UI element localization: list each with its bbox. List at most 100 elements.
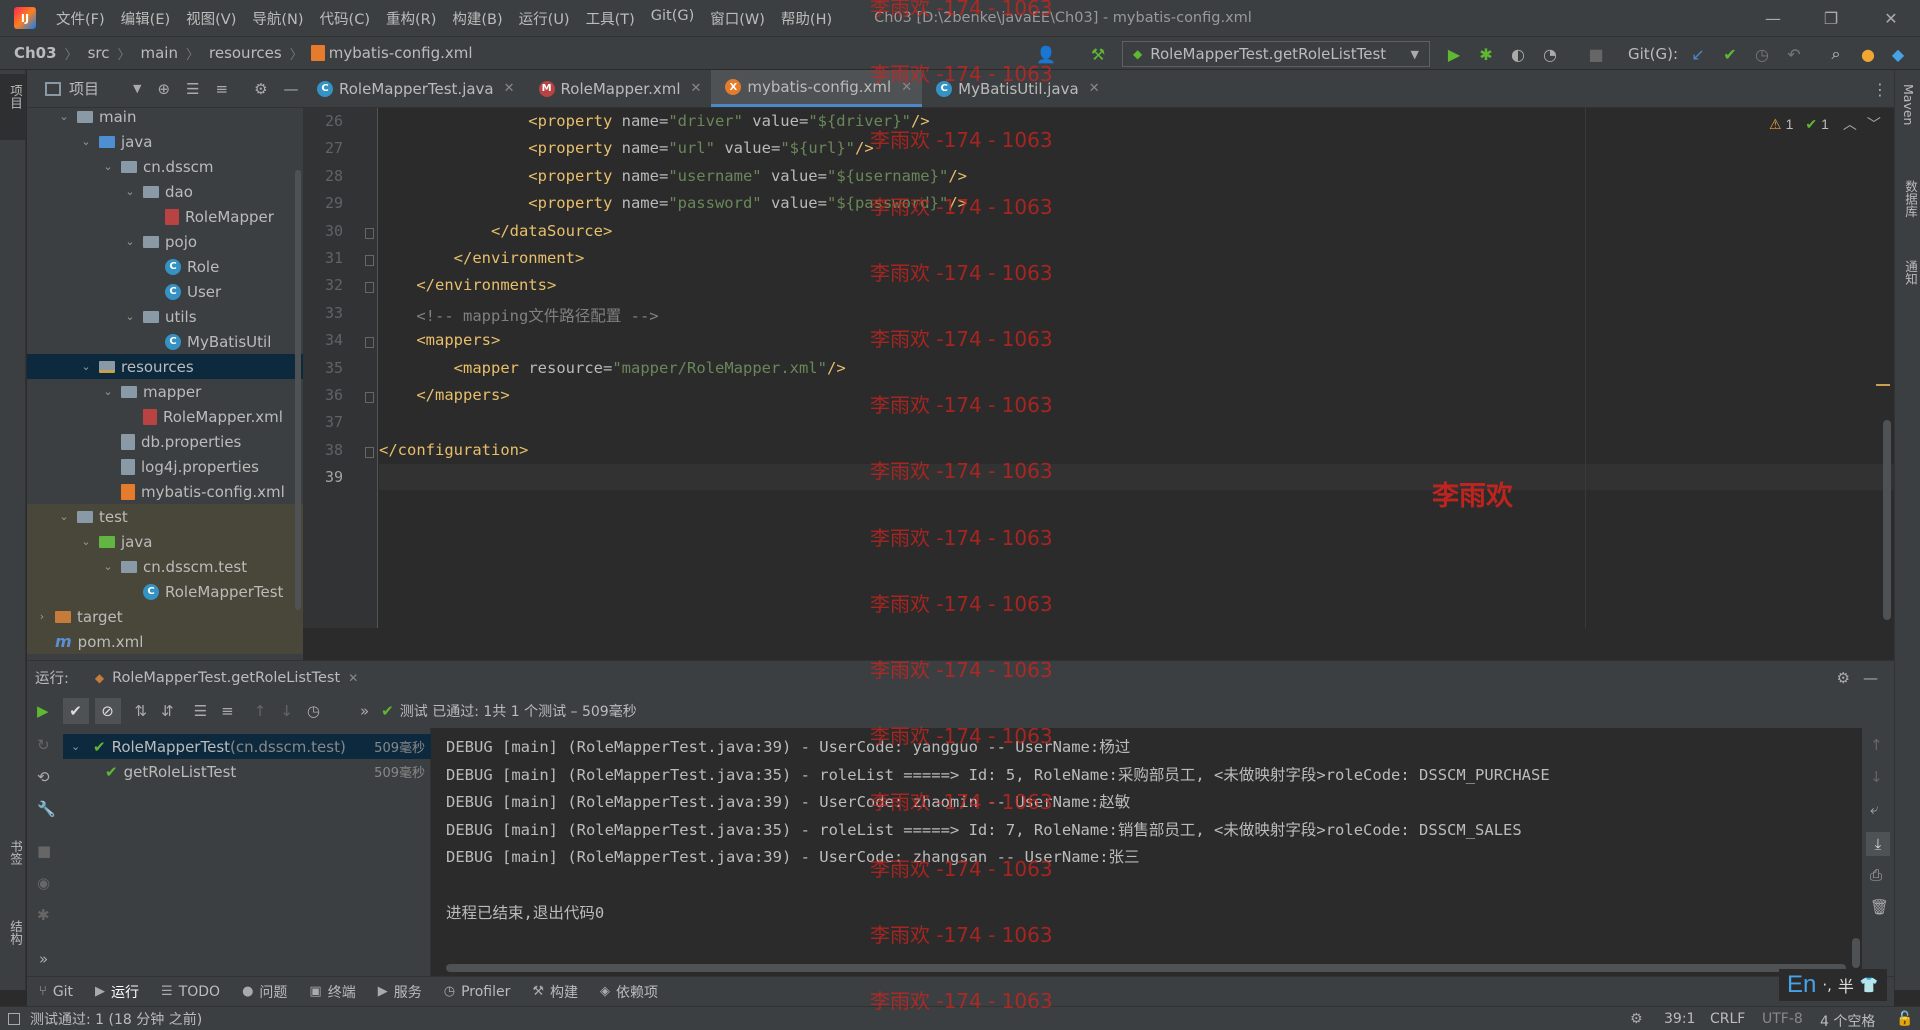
bug-icon[interactable]: ✱ [37,906,50,924]
tree-item[interactable]: › target [27,604,303,629]
project-panel-title[interactable]: 项目 [69,78,99,99]
tree-scrollbar[interactable] [295,170,301,610]
notifications-tool-label[interactable]: 通知 [1901,260,1920,285]
tree-item[interactable]: m pom.xml [27,629,303,654]
tree-item[interactable]: C RoleMapperTest [27,579,303,604]
tree-item[interactable]: ⌄ utils [27,304,303,329]
fold-marker-icon[interactable] [365,282,374,294]
tree-item[interactable]: RoleMapper.xml [27,404,303,429]
menu-item[interactable]: 编辑(E) [121,8,170,29]
structure-tool-label[interactable]: 结构 [6,920,25,945]
code-editor[interactable]: <property name="driver" value="${driver}… [379,108,1894,628]
tree-item[interactable]: ⌄ mapper [27,379,303,404]
panel-toggle-icon[interactable] [8,1012,20,1025]
collapse-all-icon[interactable]: ≡ [221,702,234,720]
chevron-down-icon[interactable]: ⌄ [123,185,137,198]
fold-marker-icon[interactable] [365,392,374,403]
chevron-right-icon[interactable]: › [35,610,49,623]
previous-failed-icon[interactable]: ↑ [254,702,267,720]
tree-item[interactable]: C Role [27,254,303,279]
file-encoding[interactable]: UTF-8 [1762,1011,1803,1027]
chevron-down-icon[interactable]: ⌄ [79,360,93,373]
close-window-button[interactable]: ✕ [1862,0,1920,36]
console-output[interactable]: DEBUG [main] (RoleMapperTest.java:39) - … [432,728,1862,976]
git-rollback-icon[interactable]: ↶ [1784,44,1804,64]
menu-item[interactable]: 运行(U) [519,8,570,29]
menu-item[interactable]: 文件(F) [56,8,105,29]
coverage-icon[interactable]: ◐ [1508,44,1528,64]
print-icon[interactable]: ⎙ [1870,866,1882,884]
collapse-all-icon[interactable]: ≡ [216,80,229,98]
tool-tab[interactable]: ◷ Profiler [444,982,511,1002]
menu-item[interactable]: 导航(N) [252,8,303,29]
minimize-button[interactable]: — [1744,0,1802,36]
rerun-icon[interactable]: ▶ [37,702,49,720]
tree-item[interactable]: ⌄ pojo [27,229,303,254]
tree-item[interactable]: ⌄ main [27,104,303,129]
breadcrumb-resources[interactable]: resources [209,44,282,62]
tree-item[interactable]: ⌄ java [27,129,303,154]
vcs-icon[interactable]: ⚙ [1630,1011,1643,1027]
show-passed-icon[interactable]: ✔ [62,698,89,724]
breadcrumb-file[interactable]: mybatis-config.xml [329,44,473,62]
breadcrumb-main[interactable]: main [141,44,178,62]
menu-item[interactable]: 构建(B) [452,8,502,29]
tree-item[interactable]: ⌄ cn.dsscm [27,154,303,179]
chevron-down-icon[interactable]: ⌄ [123,235,137,248]
chevron-down-icon[interactable]: ⌄ [71,740,93,753]
gear-icon[interactable]: ⚙ [1837,669,1850,687]
tool-tab[interactable]: ▶ 运行 [95,982,139,1002]
show-ignored-icon[interactable]: ⊘ [94,698,121,724]
run-config-tab[interactable]: RoleMapperTest.getRoleListTest [112,670,340,686]
chevron-down-icon[interactable]: ⌄ [57,110,71,123]
scroll-to-end-icon[interactable]: ⤓ [1866,832,1890,856]
maven-tool-label[interactable]: Maven [1901,84,1916,125]
inspection-widget[interactable]: ⚠ 1 ✔ 1 ︿ ﹀ [1769,114,1881,134]
tree-item[interactable]: ⌄ test [27,504,303,529]
locate-file-icon[interactable]: ⊕ [157,80,170,98]
chevron-down-icon[interactable]: ▼ [133,82,141,95]
search-icon[interactable]: ⌕ [1826,44,1846,64]
database-tool-label[interactable]: 数据库 [1901,180,1920,218]
editor-tab[interactable]: C RoleMapperTest.java ✕ [303,70,525,107]
intellij-logo-icon[interactable]: IJ [14,7,36,29]
menu-item[interactable]: 视图(V) [186,8,236,29]
git-history-icon[interactable]: ◷ [1752,44,1772,64]
close-tab-icon[interactable]: ✕ [691,81,702,96]
tool-tab[interactable]: ⚒ 构建 [532,982,578,1002]
tool-tab[interactable]: ● 问题 [242,982,287,1002]
chevron-down-icon[interactable]: ⌄ [101,385,115,398]
fold-marker-icon[interactable] [365,227,374,239]
wrench-icon[interactable]: 🔧 [37,800,56,818]
close-tab-icon[interactable]: ✕ [348,671,358,685]
next-highlight-icon[interactable]: ﹀ [1867,114,1881,134]
profile-icon[interactable]: ◔ [1540,44,1560,64]
hide-panel-icon[interactable]: — [1863,669,1878,687]
run-configuration-select[interactable]: ◆ RoleMapperTest.getRoleListTest ▼ [1122,41,1430,67]
caret-position[interactable]: 39:1 [1664,1011,1695,1027]
tree-item[interactable]: ⌄ cn.dsscm.test [27,554,303,579]
tree-item[interactable]: db.properties [27,429,303,454]
chevron-down-icon[interactable]: ⌄ [101,160,115,173]
restore-button[interactable]: ❐ [1802,0,1860,36]
close-tab-icon[interactable]: ✕ [504,81,515,96]
tree-item[interactable]: ⌄ java [27,529,303,554]
chevron-down-icon[interactable]: ⌄ [57,510,71,523]
tree-item[interactable]: RoleMapper [27,204,303,229]
expand-all-icon[interactable]: ☰ [186,80,199,98]
more-icon[interactable]: » [39,950,48,968]
chevron-down-icon[interactable]: ⌄ [123,310,137,323]
ime-indicator[interactable]: En ·, 半 👕 [1779,969,1887,1001]
tree-item[interactable]: log4j.properties [27,454,303,479]
tree-item[interactable]: C MyBatisUtil [27,329,303,354]
test-item[interactable]: ✔ getRoleListTest 509毫秒 [63,759,431,784]
menu-item[interactable]: 工具(T) [586,8,635,29]
jetbrains-toolbox-icon[interactable]: ◆ [1888,44,1908,64]
more-tabs-icon[interactable]: ⋮ [1872,80,1888,99]
bookmarks-tool-label[interactable]: 书签 [6,840,25,865]
scroll-up-icon[interactable]: ↑ [1870,736,1883,754]
soft-wrap-icon[interactable]: ⤶ [1870,800,1878,818]
tree-item[interactable]: mybatis-config.xml [27,479,303,504]
indent-setting[interactable]: 4 个空格 [1820,1011,1875,1030]
line-separator[interactable]: CRLF [1710,1011,1745,1027]
